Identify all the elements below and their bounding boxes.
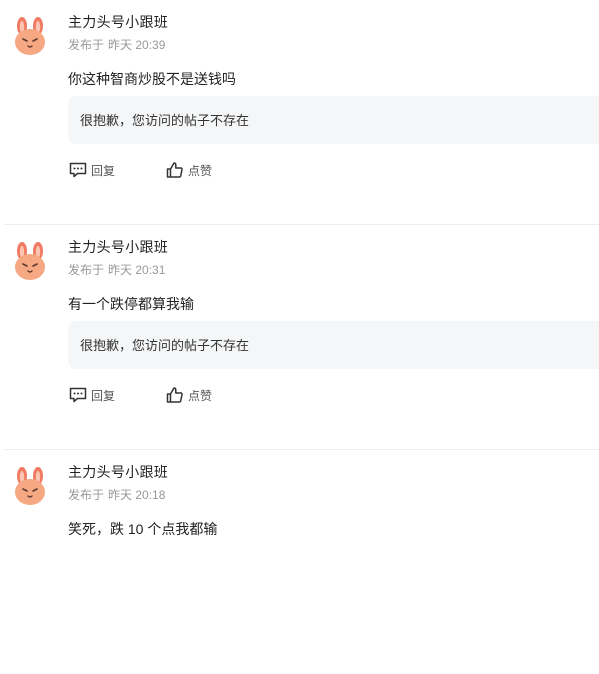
action-bar: 回复 点赞 [68,160,262,180]
author-name[interactable]: 主力头号小跟班 [68,237,168,257]
reply-label: 回复 [91,163,116,178]
post-time: 昨天 20:39 [108,38,166,52]
bunny-avatar-icon[interactable] [13,241,47,281]
comment-item: 主力头号小跟班 发布于 昨天 20:39 你这种智商炒股不是送钱吗 很抱歉，您访问… [4,0,599,225]
post-time: 昨天 20:31 [108,263,166,277]
comment-feed: 主力头号小跟班 发布于 昨天 20:39 你这种智商炒股不是送钱吗 很抱歉，您访问… [0,0,599,674]
quoted-post[interactable]: 很抱歉，您访问的帖子不存在 [68,96,599,144]
reply-label: 回复 [91,388,116,403]
action-bar: 回复 点赞 [68,385,262,405]
thumbs-up-icon [166,387,183,403]
author-name[interactable]: 主力头号小跟班 [68,12,168,32]
like-button[interactable]: 点赞 [165,385,212,405]
comment-text: 有一个跌停都算我输 [68,296,194,312]
comment-text: 你这种智商炒股不是送钱吗 [68,71,236,87]
author-name[interactable]: 主力头号小跟班 [68,462,168,482]
comment-icon [69,387,87,403]
meta-prefix: 发布于 [68,488,105,502]
like-label: 点赞 [188,163,213,178]
reply-button[interactable]: 回复 [68,160,115,180]
comment-item: 主力头号小跟班 发布于 昨天 20:18 笑死，跌 10 个点我都输 [4,450,599,674]
comment-item: 主力头号小跟班 发布于 昨天 20:31 有一个跌停都算我输 很抱歉，您访问的帖子… [4,225,599,450]
post-meta: 发布于 昨天 20:18 [68,486,169,503]
like-label: 点赞 [188,388,213,403]
quoted-post[interactable]: 很抱歉，您访问的帖子不存在 [68,321,599,369]
post-meta: 发布于 昨天 20:31 [68,261,169,278]
quoted-post-text: 很抱歉，您访问的帖子不存在 [80,113,250,128]
thumbs-up-icon [166,162,183,178]
bunny-avatar-icon[interactable] [13,466,47,506]
like-button[interactable]: 点赞 [165,160,212,180]
bunny-avatar-icon[interactable] [13,16,47,56]
comment-icon [69,162,87,178]
meta-prefix: 发布于 [68,38,105,52]
post-meta: 发布于 昨天 20:39 [68,36,169,53]
post-time: 昨天 20:18 [108,488,166,502]
meta-prefix: 发布于 [68,263,105,277]
reply-button[interactable]: 回复 [68,385,115,405]
comment-text: 笑死，跌 10 个点我都输 [68,521,218,537]
quoted-post-text: 很抱歉，您访问的帖子不存在 [80,338,250,353]
